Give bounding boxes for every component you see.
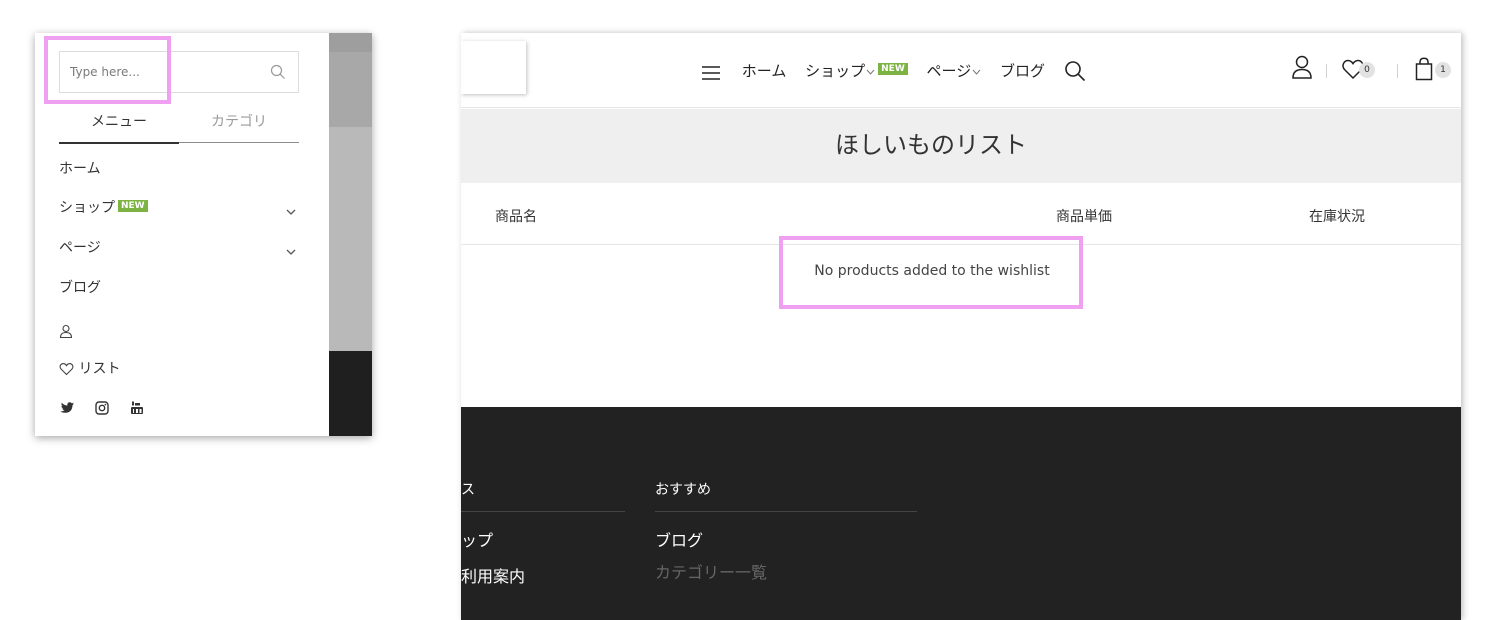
desktop-page: ホーム ショップ NEW ページ ブログ 0 1 ほしいものリスト 商品名 商品… [461, 33, 1461, 620]
footer-link-blog[interactable]: ブログ [655, 527, 703, 551]
footer-divider [655, 511, 917, 512]
chevron-down-icon[interactable] [285, 242, 297, 255]
main-nav: ホーム ショップ NEW ページ ブログ [701, 57, 1100, 83]
wishlist-count-badge: 0 [1359, 62, 1375, 78]
divider [1326, 64, 1327, 78]
header-icons: 0 1 [1287, 55, 1457, 85]
nav-item-blog[interactable]: ブログ [1000, 58, 1045, 84]
user-icon [59, 322, 73, 339]
mobile-menu-label-pages: ページ [59, 240, 101, 256]
chevron-down-icon[interactable] [285, 202, 297, 215]
site-footer: ス ップ 利用案内 おすすめ ブログ カテゴリー一覧 [461, 407, 1461, 620]
instagram-icon[interactable] [94, 400, 110, 416]
overlay-footer-strip [329, 351, 372, 436]
mobile-menu-item-wishlist[interactable]: リスト [59, 357, 299, 381]
page-title: ほしいものリスト [835, 131, 1027, 159]
mobile-menu-item-home[interactable]: ホーム [59, 157, 299, 181]
mobile-menu-label-wishlist: リスト [78, 361, 121, 377]
footer-link-categories[interactable]: カテゴリー一覧 [655, 559, 767, 583]
footer-col1-title: ス [461, 482, 475, 498]
page-title-bar: ほしいものリスト [461, 109, 1461, 183]
mobile-menu-item-account[interactable] [59, 317, 299, 341]
chevron-down-icon [866, 58, 875, 75]
search-icon[interactable] [1064, 60, 1086, 82]
logo-area[interactable] [461, 41, 526, 94]
mobile-menu-item-shop[interactable]: ショップ NEW [59, 196, 299, 220]
chevron-down-icon [972, 58, 981, 75]
new-badge: NEW [878, 63, 908, 75]
page-overlay[interactable] [329, 33, 372, 436]
new-badge: NEW [118, 200, 148, 212]
column-header-stock: 在庫状況 [1309, 209, 1365, 225]
highlight-box [44, 36, 171, 104]
hamburger-icon[interactable] [701, 63, 721, 80]
social-links [59, 397, 159, 415]
overlay-title-strip [329, 52, 372, 127]
cart-icon[interactable] [1415, 57, 1433, 85]
nav-item-home[interactable]: ホーム [742, 58, 787, 84]
divider [1397, 64, 1398, 78]
mobile-menu-label-shop: ショップ [59, 200, 115, 216]
footer-link-shop[interactable]: ップ [461, 527, 493, 551]
mobile-menu-label-blog: ブログ [59, 280, 101, 296]
mobile-menu-label-home: ホーム [59, 161, 101, 177]
nav-item-shop[interactable]: ショップ NEW [805, 58, 908, 84]
mobile-menu-item-blog[interactable]: ブログ [59, 276, 299, 300]
overlay-header-strip [329, 33, 372, 52]
nav-label-shop: ショップ [805, 61, 866, 80]
highlight-box [779, 236, 1083, 309]
youtube-icon[interactable] [129, 400, 145, 416]
footer-col2-title: おすすめ [655, 482, 711, 498]
column-header-name: 商品名 [495, 209, 537, 225]
tab-menu[interactable]: メニュー [59, 111, 179, 144]
mobile-menu-tabs: メニュー カテゴリ [59, 111, 299, 144]
tab-categories[interactable]: カテゴリ [179, 111, 299, 142]
footer-divider [461, 511, 625, 512]
search-icon[interactable] [270, 64, 286, 80]
account-icon[interactable] [1291, 55, 1313, 83]
cart-count-badge: 1 [1435, 62, 1451, 78]
nav-item-pages[interactable]: ページ [927, 58, 982, 84]
mobile-menu-item-pages[interactable]: ページ [59, 236, 299, 260]
nav-label-pages: ページ [926, 61, 972, 80]
twitter-icon[interactable] [59, 400, 75, 416]
footer-link-guide[interactable]: 利用案内 [461, 563, 525, 587]
heart-icon [59, 360, 74, 376]
site-header: ホーム ショップ NEW ページ ブログ 0 1 [461, 33, 1461, 108]
column-header-price: 商品単価 [1056, 209, 1112, 225]
